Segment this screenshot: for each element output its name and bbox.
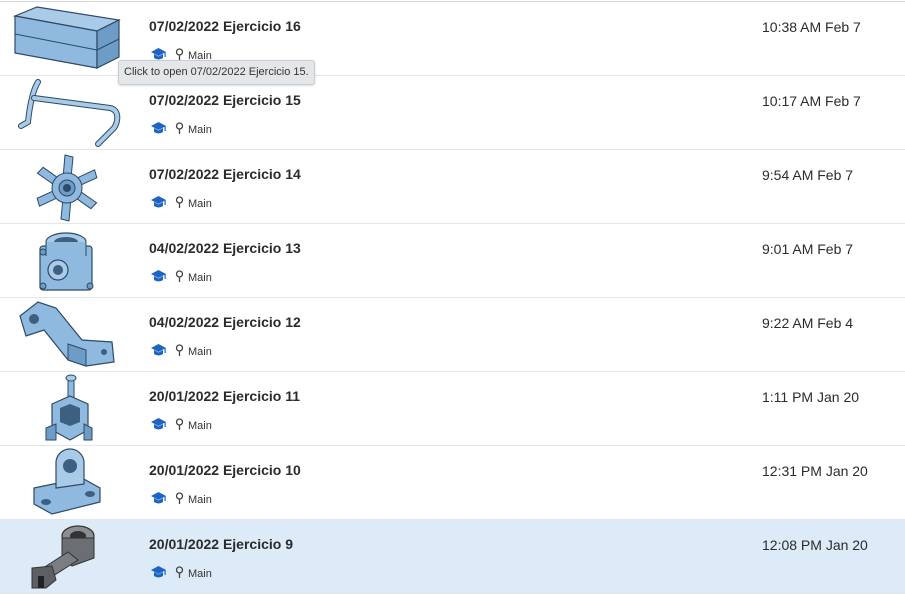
document-row[interactable]: 07/02/2022 Ejercicio 14 Main 9:54 AM Feb… <box>0 150 905 224</box>
document-meta: Main <box>150 490 212 506</box>
modified-date: 9:54 AM Feb 7 <box>762 167 854 183</box>
modified-date: 10:17 AM Feb 7 <box>762 93 861 109</box>
document-meta: Main <box>150 416 212 432</box>
graduation-cap-icon <box>150 47 167 61</box>
star-wheel-icon <box>12 152 122 222</box>
graduation-cap-icon <box>150 417 167 431</box>
document-meta: Main <box>150 120 212 136</box>
branch-pin-icon <box>175 195 184 209</box>
pillow-block-icon <box>12 448 122 518</box>
branch-label: Main <box>188 124 212 136</box>
document-row[interactable]: 07/02/2022 Ejercicio 15 Main 10:17 AM Fe… <box>0 76 905 150</box>
branch-pin-icon <box>175 417 184 431</box>
modified-date: 9:01 AM Feb 7 <box>762 241 854 257</box>
document-title[interactable]: 07/02/2022 Ejercicio 14 <box>149 166 301 182</box>
enclosure-box-icon <box>12 4 122 74</box>
branch-label: Main <box>188 494 212 506</box>
branch-pin-icon <box>175 565 184 579</box>
document-meta: Main <box>150 194 212 210</box>
branch-pin-icon <box>175 269 184 283</box>
document-list: 07/02/2022 Ejercicio 16 Main 10:38 AM Fe… <box>0 1 905 594</box>
branch-pin-icon <box>175 343 184 357</box>
document-meta: Main <box>150 342 212 358</box>
document-row-selected[interactable]: 20/01/2022 Ejercicio 9 Main 12:08 PM Jan… <box>0 520 905 594</box>
document-row[interactable]: 04/02/2022 Ejercicio 13 Main 9:01 AM Feb… <box>0 224 905 298</box>
branch-label: Main <box>188 346 212 358</box>
document-title[interactable]: 04/02/2022 Ejercicio 13 <box>149 240 301 256</box>
graduation-cap-icon <box>150 565 167 579</box>
branch-label: Main <box>188 568 212 580</box>
bent-pipe-icon <box>12 78 122 148</box>
branch-pin-icon <box>175 47 184 61</box>
document-row[interactable]: 20/01/2022 Ejercicio 11 Main 1:11 PM Jan… <box>0 372 905 446</box>
modified-date: 1:11 PM Jan 20 <box>762 389 860 405</box>
graduation-cap-icon <box>150 121 167 135</box>
vise-part-icon <box>12 374 122 444</box>
document-row[interactable]: 04/02/2022 Ejercicio 12 Main 9:22 AM Feb… <box>0 298 905 372</box>
document-title[interactable]: 04/02/2022 Ejercicio 12 <box>149 314 301 330</box>
modified-date: 10:38 AM Feb 7 <box>762 19 861 35</box>
graduation-cap-icon <box>150 269 167 283</box>
document-title[interactable]: 07/02/2022 Ejercicio 15 <box>149 92 301 108</box>
branch-pin-icon <box>175 491 184 505</box>
modified-date: 12:08 PM Jan 20 <box>762 537 868 553</box>
document-title[interactable]: 07/02/2022 Ejercicio 16 <box>149 18 301 34</box>
angle-bracket-icon <box>12 300 122 370</box>
document-title[interactable]: 20/01/2022 Ejercicio 11 <box>149 388 300 404</box>
document-meta: Main <box>150 564 212 580</box>
graduation-cap-icon <box>150 195 167 209</box>
pipe-fitting-icon <box>12 226 122 296</box>
document-title[interactable]: 20/01/2022 Ejercicio 10 <box>149 462 301 478</box>
tooltip: Click to open 07/02/2022 Ejercicio 15. <box>118 60 315 85</box>
modified-date: 9:22 AM Feb 4 <box>762 315 854 331</box>
document-row[interactable]: 20/01/2022 Ejercicio 10 Main 12:31 PM Ja… <box>0 446 905 520</box>
document-title[interactable]: 20/01/2022 Ejercicio 9 <box>149 536 293 552</box>
branch-label: Main <box>188 272 212 284</box>
graduation-cap-icon <box>150 343 167 357</box>
branch-label: Main <box>188 198 212 210</box>
branch-label: Main <box>188 420 212 432</box>
document-meta: Main <box>150 268 212 284</box>
modified-date: 12:31 PM Jan 20 <box>762 463 868 479</box>
clevis-arm-icon <box>12 522 122 592</box>
graduation-cap-icon <box>150 491 167 505</box>
branch-pin-icon <box>175 121 184 135</box>
